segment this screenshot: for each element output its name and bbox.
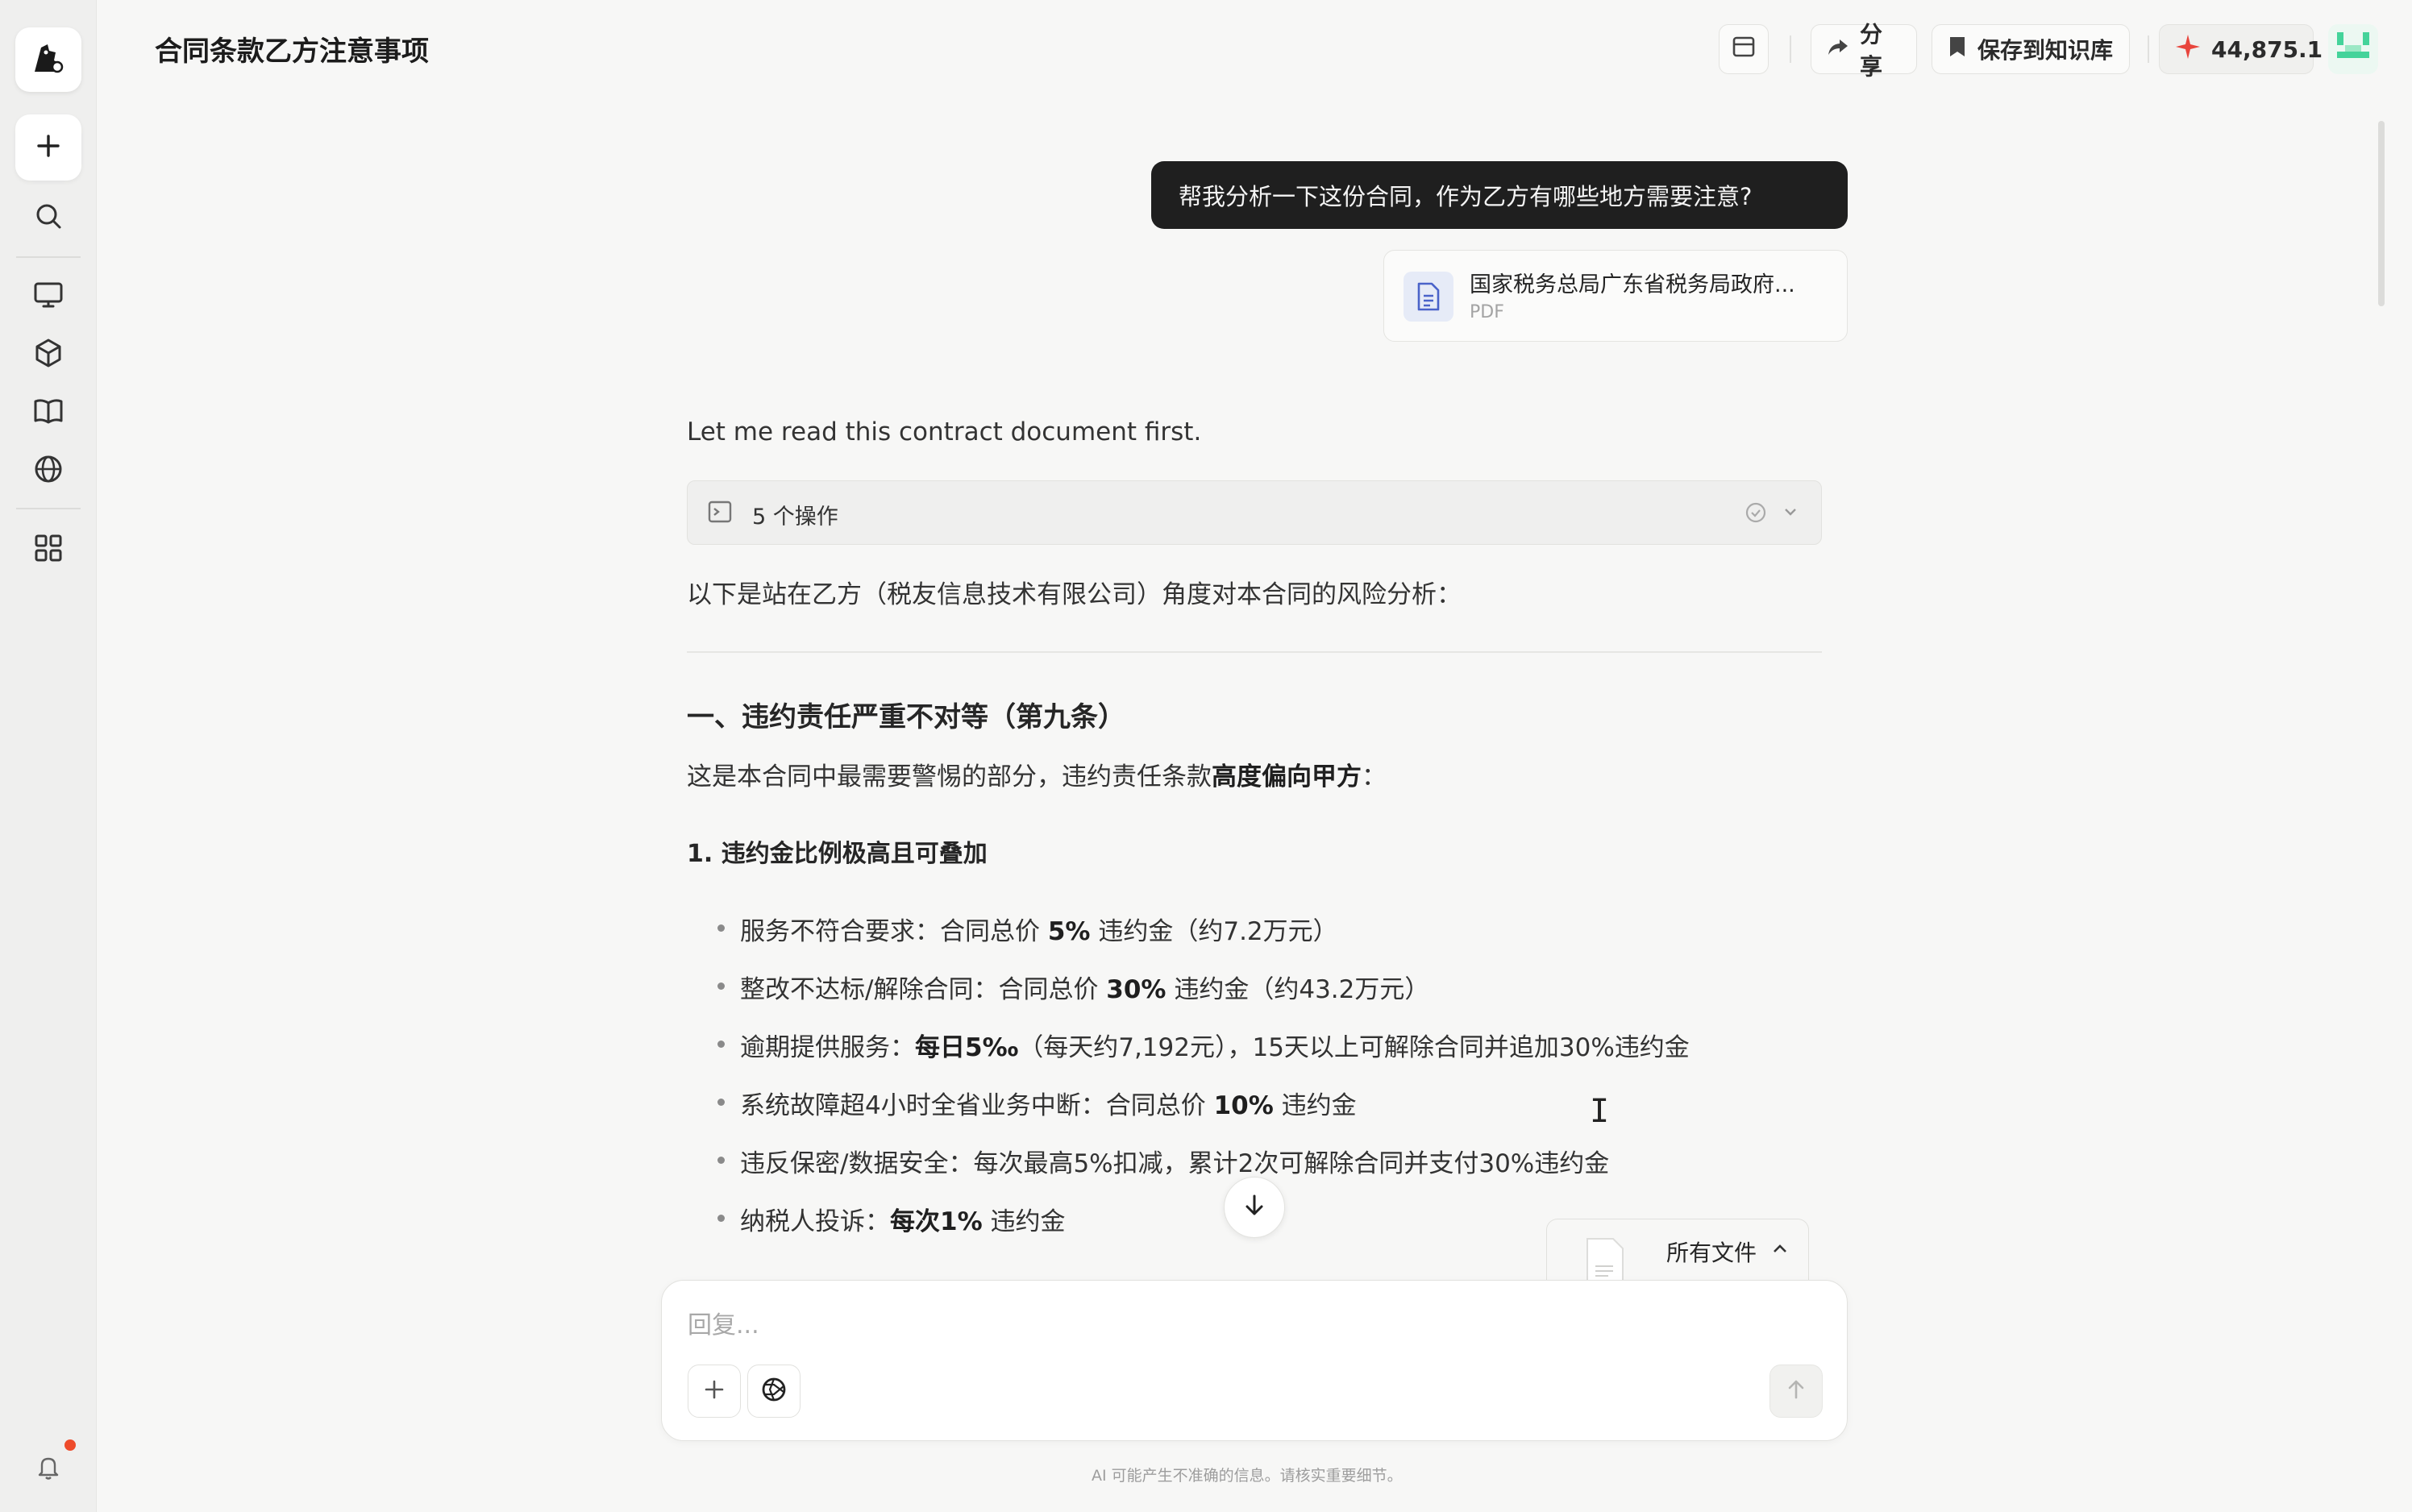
section-lead-end: ： [1362, 762, 1387, 791]
sparkle-icon [2174, 33, 2202, 66]
operations-toggle[interactable]: 5 个操作 [687, 480, 1822, 545]
attach-button[interactable] [688, 1365, 741, 1418]
aperture-icon [760, 1376, 788, 1406]
sidebar [0, 0, 97, 1512]
plus-icon [702, 1377, 726, 1405]
user-message: 帮我分析一下这份合同，作为乙方有哪些地方需要注意? [1151, 161, 1848, 229]
section-divider [687, 651, 1822, 653]
send-button[interactable] [1769, 1365, 1823, 1418]
layout-icon [1732, 35, 1756, 64]
list-item: 逾期提供服务：每日5‰（每天约7,192元），15天以上可解除合同并追加30%违… [717, 1027, 1690, 1063]
subsection-title: 1. 违约金比例极高且可叠加 [687, 840, 988, 868]
toolbar-divider [1790, 35, 1791, 63]
list-item: 服务不符合要求：合同总价 5% 违约金（约7.2万元） [717, 911, 1338, 947]
all-files-toggle[interactable]: 所有文件 [1546, 1219, 1809, 1286]
list-item-text: 违反保密/数据安全：每次最高5%扣减，累计2次可解除合同并支付30%违约金 [740, 1149, 1610, 1178]
text-cursor-icon: I [1590, 1093, 1610, 1130]
list-item-text: 违约金（约7.2万元） [1090, 917, 1338, 946]
globe-icon[interactable] [29, 450, 68, 488]
user-avatar[interactable] [2328, 24, 2378, 74]
reply-input[interactable] [688, 1305, 1736, 1345]
check-circle-icon [1744, 501, 1768, 528]
scrollbar[interactable] [2378, 121, 2385, 306]
points-badge[interactable]: 44,875.1 [2159, 24, 2323, 74]
chevron-up-icon [1769, 1239, 1790, 1263]
section-title: 一、违约责任严重不对等（第九条） [687, 701, 1125, 733]
terminal-icon [707, 499, 733, 528]
sidebar-divider [16, 508, 81, 509]
composer [661, 1280, 1848, 1441]
disclaimer-text: AI 可能产生不准确的信息。请核实重要细节。 [1092, 1467, 1403, 1485]
sidebar-divider [16, 256, 81, 258]
grid-icon[interactable] [29, 529, 68, 567]
section-lead: 这是本合同中最需要警惕的部分，违约责任条款高度偏向甲方： [687, 756, 1387, 792]
layout-toggle-button[interactable] [1719, 24, 1769, 74]
attachment-card[interactable]: 国家税务总局广东省税务局政府... PDF [1383, 250, 1848, 342]
list-item: 系统故障超4小时全省业务中断：合同总价 10% 违约金 [717, 1085, 1357, 1121]
list-item-text: 系统故障超4小时全省业务中断：合同总价 [740, 1091, 1214, 1120]
assistant-intro: Let me read this contract document first… [687, 417, 1202, 447]
plus-icon [35, 132, 62, 163]
cube-icon[interactable] [29, 334, 68, 372]
notification-dot [64, 1439, 76, 1451]
list-item: 纳税人投诉：每次1% 违约金 [717, 1201, 1066, 1237]
all-files-label: 所有文件 [1666, 1240, 1757, 1266]
book-icon[interactable] [29, 392, 68, 430]
save-label: 保存到知识库 [1977, 37, 2114, 64]
section-lead-text: 这是本合同中最需要警惕的部分，违约责任条款 [687, 762, 1212, 791]
document-icon [1404, 272, 1453, 322]
share-button[interactable]: 分享 [1811, 21, 1917, 80]
monitor-icon[interactable] [29, 276, 68, 314]
analysis-summary: 以下是站在乙方（税友信息技术有限公司）角度对本合同的风险分析： [687, 580, 1462, 609]
section-lead-emphasis: 高度偏向甲方 [1212, 762, 1362, 791]
scroll-to-bottom-button[interactable] [1224, 1177, 1285, 1238]
list-item-text: （每天约7,192元），15天以上可解除合同并追加30%违约金 [1018, 1033, 1690, 1062]
bell-icon[interactable] [29, 1448, 68, 1486]
list-item-text: 纳税人投诉： [740, 1207, 890, 1236]
list-item-text: 逾期提供服务： [740, 1033, 915, 1062]
list-item-text: 整改不达标/解除合同：合同总价 [740, 975, 1107, 1004]
list-item-emphasis: 5% [1047, 917, 1091, 946]
chevron-down-icon [1781, 502, 1800, 525]
list-item: 违反保密/数据安全：每次最高5%扣减，累计2次可解除合同并支付30%违约金 [717, 1143, 1610, 1179]
search-icon[interactable] [29, 197, 68, 235]
list-item-text: 违约金 [1273, 1091, 1357, 1120]
points-value: 44,875.1 [2211, 35, 2323, 63]
list-item-emphasis: 每次1% [890, 1207, 983, 1236]
arrow-down-icon [1241, 1192, 1268, 1223]
list-item-emphasis: 每日5‰ [915, 1033, 1019, 1062]
save-to-knowledge-button[interactable]: 保存到知识库 [1932, 24, 2130, 74]
operations-label: 5 个操作 [752, 505, 838, 530]
attachment-type: PDF [1470, 302, 1504, 322]
logo-icon [30, 39, 67, 80]
share-label: 分享 [1860, 21, 1883, 80]
new-chat-button[interactable] [15, 114, 81, 181]
list-item: 整改不达标/解除合同：合同总价 30% 违约金（约43.2万元） [717, 969, 1430, 1005]
list-item-text: 服务不符合要求：合同总价 [740, 917, 1048, 946]
attachment-name: 国家税务总局广东省税务局政府... [1470, 272, 1795, 297]
page-title: 合同条款乙方注意事项 [155, 35, 429, 68]
bookmark-icon [1947, 35, 1968, 64]
share-icon [1826, 35, 1850, 64]
tools-button[interactable] [747, 1365, 801, 1418]
list-item-text: 违约金（约43.2万元） [1166, 975, 1430, 1004]
avatar-icon [2334, 27, 2372, 72]
app-logo[interactable] [15, 27, 81, 92]
list-item-text: 违约金 [982, 1207, 1066, 1236]
list-item-emphasis: 10% [1213, 1091, 1274, 1120]
list-item-emphasis: 30% [1106, 975, 1166, 1004]
arrow-up-icon [1784, 1377, 1808, 1405]
toolbar-divider [2148, 35, 2149, 63]
